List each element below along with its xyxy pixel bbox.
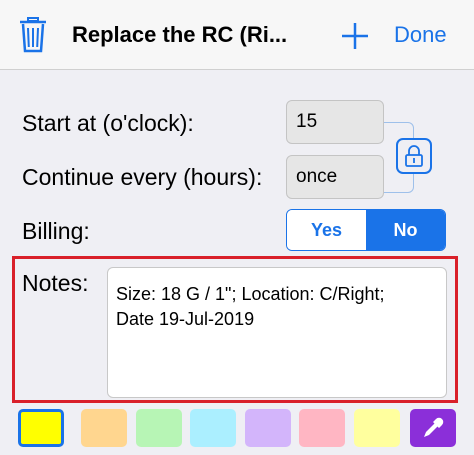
add-button[interactable] — [340, 21, 370, 51]
eyedropper-icon — [424, 417, 444, 437]
color-picker-button[interactable] — [410, 409, 456, 447]
notes-textarea[interactable]: Size: 18 G / 1"; Location: C/Right; Date… — [107, 267, 447, 398]
start-at-input[interactable]: 15 — [286, 100, 384, 144]
done-button[interactable]: Done — [394, 22, 447, 48]
lock-icon — [405, 145, 423, 167]
lock-toggle-button[interactable] — [396, 138, 432, 174]
trash-icon — [20, 17, 46, 53]
color-swatch-light-yellow[interactable] — [354, 409, 400, 447]
billing-segmented-control: Yes No — [286, 209, 446, 251]
color-swatch-pink[interactable] — [299, 409, 345, 447]
plus-icon — [342, 23, 368, 49]
delete-button[interactable] — [18, 14, 48, 54]
color-swatch-purple[interactable] — [245, 409, 291, 447]
navigation-bar: Replace the RC (Ri... Done — [0, 0, 474, 70]
color-swatch-yellow[interactable] — [18, 409, 64, 447]
continue-every-label: Continue every (hours): — [22, 164, 263, 190]
page-title: Replace the RC (Ri... — [72, 22, 288, 47]
start-at-label: Start at (o'clock): — [22, 110, 194, 136]
color-swatch-cyan[interactable] — [190, 409, 236, 447]
color-swatch-green[interactable] — [136, 409, 182, 447]
billing-yes-segment[interactable]: Yes — [287, 210, 366, 250]
notes-label: Notes: — [22, 270, 89, 296]
billing-label: Billing: — [22, 218, 90, 244]
billing-no-segment[interactable]: No — [366, 210, 445, 250]
continue-every-input[interactable]: once — [286, 155, 384, 199]
color-swatch-orange[interactable] — [81, 409, 127, 447]
